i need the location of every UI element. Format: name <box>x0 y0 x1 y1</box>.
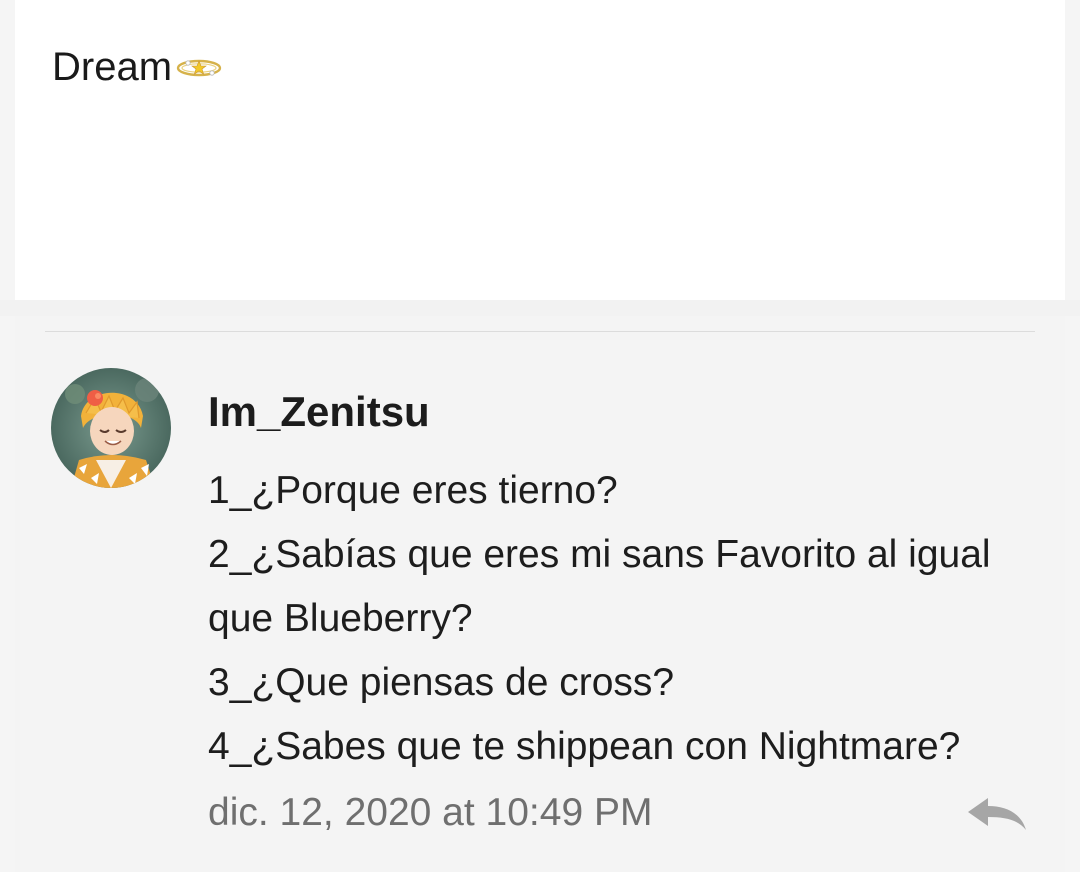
post-text: Dream <box>52 45 173 89</box>
comment-line: 4_¿Sabes que te shippean con Nightmare? <box>208 725 961 768</box>
reply-icon[interactable] <box>964 796 1028 836</box>
comment-body: 1_¿Porque eres tierno? 2_¿Sabías que ere… <box>208 459 1058 779</box>
post-content: Dream <box>52 44 224 91</box>
comment-divider <box>45 331 1035 332</box>
comment-username[interactable]: Im_Zenitsu <box>208 388 430 436</box>
comment-line: 2_¿Sabías que eres mi sans Favorito al i… <box>208 533 991 576</box>
post-card: Dream <box>15 0 1065 300</box>
section-separator-band <box>0 300 1080 316</box>
comment-line: que Blueberry? <box>208 597 473 640</box>
comment-timestamp: dic. 12, 2020 at 10:49 PM <box>208 791 653 834</box>
comment-line: 3_¿Que piensas de cross? <box>208 661 675 704</box>
ring-icon <box>174 46 224 91</box>
avatar[interactable] <box>51 368 171 488</box>
comment-line: 1_¿Porque eres tierno? <box>208 469 618 512</box>
